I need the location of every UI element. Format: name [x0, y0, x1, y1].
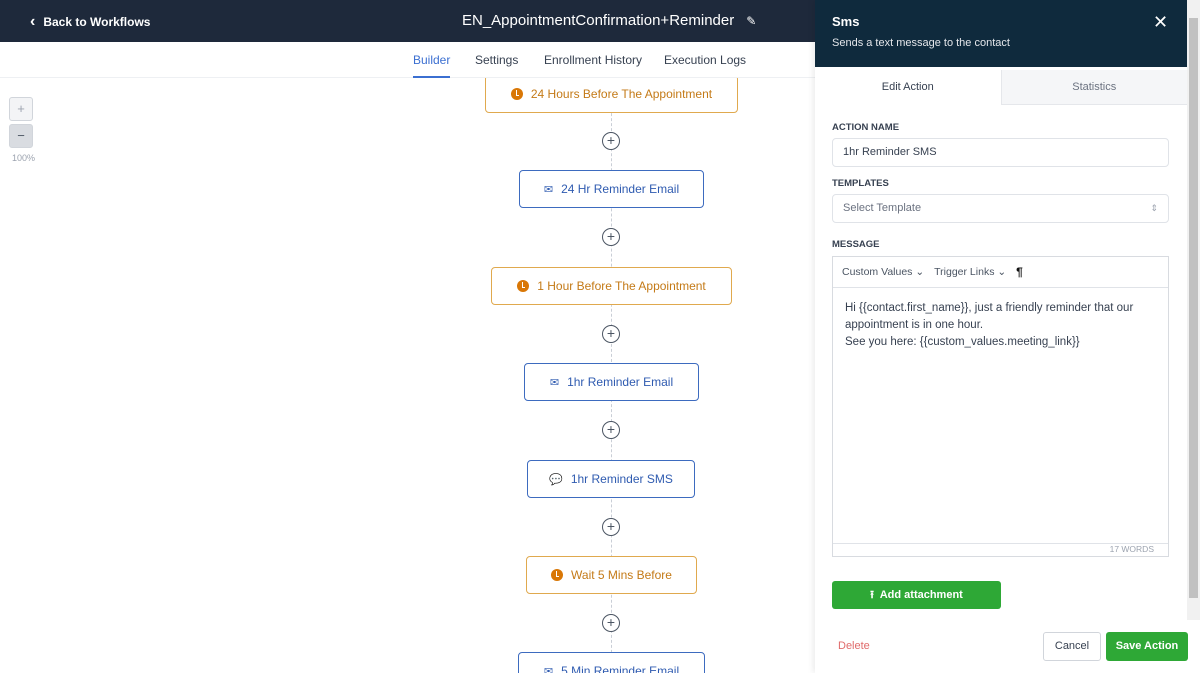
add-step-button[interactable]: + [602, 324, 620, 343]
trigger-links-dropdown[interactable]: Trigger Links ⌄ [934, 266, 1006, 278]
action-name-input[interactable]: 1hr Reminder SMS [832, 138, 1169, 167]
workflow-node-email[interactable]: ✉ 5 Min Reminder Email [518, 652, 705, 673]
panel-header: Sms Sends a text message to the contact [815, 0, 1187, 67]
close-icon[interactable]: ✕ [1153, 12, 1168, 33]
panel-subtitle: Sends a text message to the contact [832, 37, 1010, 49]
envelope-icon: ✉ [549, 376, 560, 389]
envelope-icon: ✉ [543, 183, 554, 196]
envelope-icon: ✉ [543, 665, 554, 673]
clock-icon [551, 569, 564, 581]
save-action-button[interactable]: Save Action [1106, 632, 1188, 661]
action-name-label: ACTION NAME [832, 122, 900, 133]
tab-edit-action[interactable]: Edit Action [815, 70, 1001, 105]
back-to-workflows-link[interactable]: ‹ Back to Workflows [30, 13, 150, 31]
zoom-level: 100% [12, 153, 36, 163]
templates-label: TEMPLATES [832, 178, 889, 189]
workflow-node-email[interactable]: ✉ 24 Hr Reminder Email [519, 170, 704, 208]
delete-button[interactable]: Delete [838, 640, 870, 652]
panel-scrollbar[interactable] [1187, 0, 1200, 620]
workflow-tabs: Builder Settings Enrollment History Exec… [0, 42, 815, 78]
workflow-title: EN_AppointmentConfirmation+Reminder ✎ [462, 12, 756, 29]
chevron-left-icon: ‹ [30, 13, 36, 30]
panel-title: Sms [832, 14, 860, 29]
node-label: 5 Min Reminder Email [561, 664, 680, 673]
top-bar: ‹ Back to Workflows EN_AppointmentConfirm… [0, 0, 815, 42]
clock-icon [510, 88, 523, 100]
node-label: Wait 5 Mins Before [571, 568, 672, 582]
message-text[interactable]: Hi {{contact.first_name}}, just a friend… [833, 288, 1168, 363]
node-label: 24 Hours Before The Appointment [530, 87, 713, 101]
node-label: 1hr Reminder SMS [570, 472, 673, 486]
tab-builder[interactable]: Builder [413, 53, 451, 78]
tab-enrollment-history[interactable]: Enrollment History [544, 53, 642, 67]
zoom-in-button[interactable]: + [9, 97, 33, 121]
tab-settings[interactable]: Settings [475, 53, 518, 67]
message-line: Hi {{contact.first_name}}, just a friend… [845, 302, 1134, 331]
add-step-button[interactable]: + [602, 517, 620, 536]
workflow-title-text: EN_AppointmentConfirmation+Reminder [462, 12, 735, 29]
workflow-canvas[interactable]: + − 100% 24 Hours Before The Appointment… [0, 78, 815, 673]
add-step-button[interactable]: + [602, 132, 620, 150]
workflow-node-email[interactable]: ✉ 1hr Reminder Email [524, 363, 699, 401]
back-label: Back to Workflows [43, 15, 151, 29]
sms-action-panel: Sms Sends a text message to the contact … [815, 0, 1200, 673]
message-label: MESSAGE [832, 239, 880, 250]
workflow-node-sms[interactable]: 💬 1hr Reminder SMS [527, 460, 695, 498]
node-label: 1 Hour Before The Appointment [537, 279, 706, 293]
paragraph-icon[interactable]: ¶ [1016, 265, 1023, 279]
add-step-button[interactable]: + [602, 614, 620, 632]
add-attachment-button[interactable]: ⭱ Add attachment [832, 581, 1001, 609]
chat-icon: 💬 [549, 473, 563, 486]
workflow-node-wait[interactable]: 1 Hour Before The Appointment [491, 267, 732, 305]
cancel-button[interactable]: Cancel [1043, 632, 1101, 661]
add-step-button[interactable]: + [602, 421, 620, 440]
message-editor[interactable]: Custom Values ⌄ Trigger Links ⌄ ¶ Hi {{c… [832, 256, 1169, 557]
node-label: 1hr Reminder Email [567, 375, 674, 389]
chevron-updown-icon: ⇕ [1150, 203, 1158, 213]
template-placeholder: Select Template [843, 202, 922, 214]
node-label: 24 Hr Reminder Email [561, 182, 680, 196]
upload-icon: ⭱ [870, 589, 874, 601]
add-step-button[interactable]: + [602, 228, 620, 247]
tab-statistics[interactable]: Statistics [1000, 70, 1187, 105]
zoom-out-button[interactable]: − [9, 124, 33, 148]
message-line: See you here: {{custom_values.meeting_li… [845, 336, 1080, 348]
clock-icon [517, 280, 530, 292]
template-select[interactable]: Select Template ⇕ [832, 194, 1169, 223]
pencil-icon[interactable]: ✎ [746, 14, 756, 28]
custom-values-dropdown[interactable]: Custom Values ⌄ [842, 266, 924, 278]
panel-footer: Delete Cancel Save Action [815, 620, 1200, 673]
workflow-node-wait[interactable]: Wait 5 Mins Before [526, 556, 697, 594]
tab-execution-logs[interactable]: Execution Logs [664, 53, 746, 67]
workflow-node-wait[interactable]: 24 Hours Before The Appointment [485, 78, 738, 113]
word-count: 17 WORDS [1109, 544, 1154, 554]
